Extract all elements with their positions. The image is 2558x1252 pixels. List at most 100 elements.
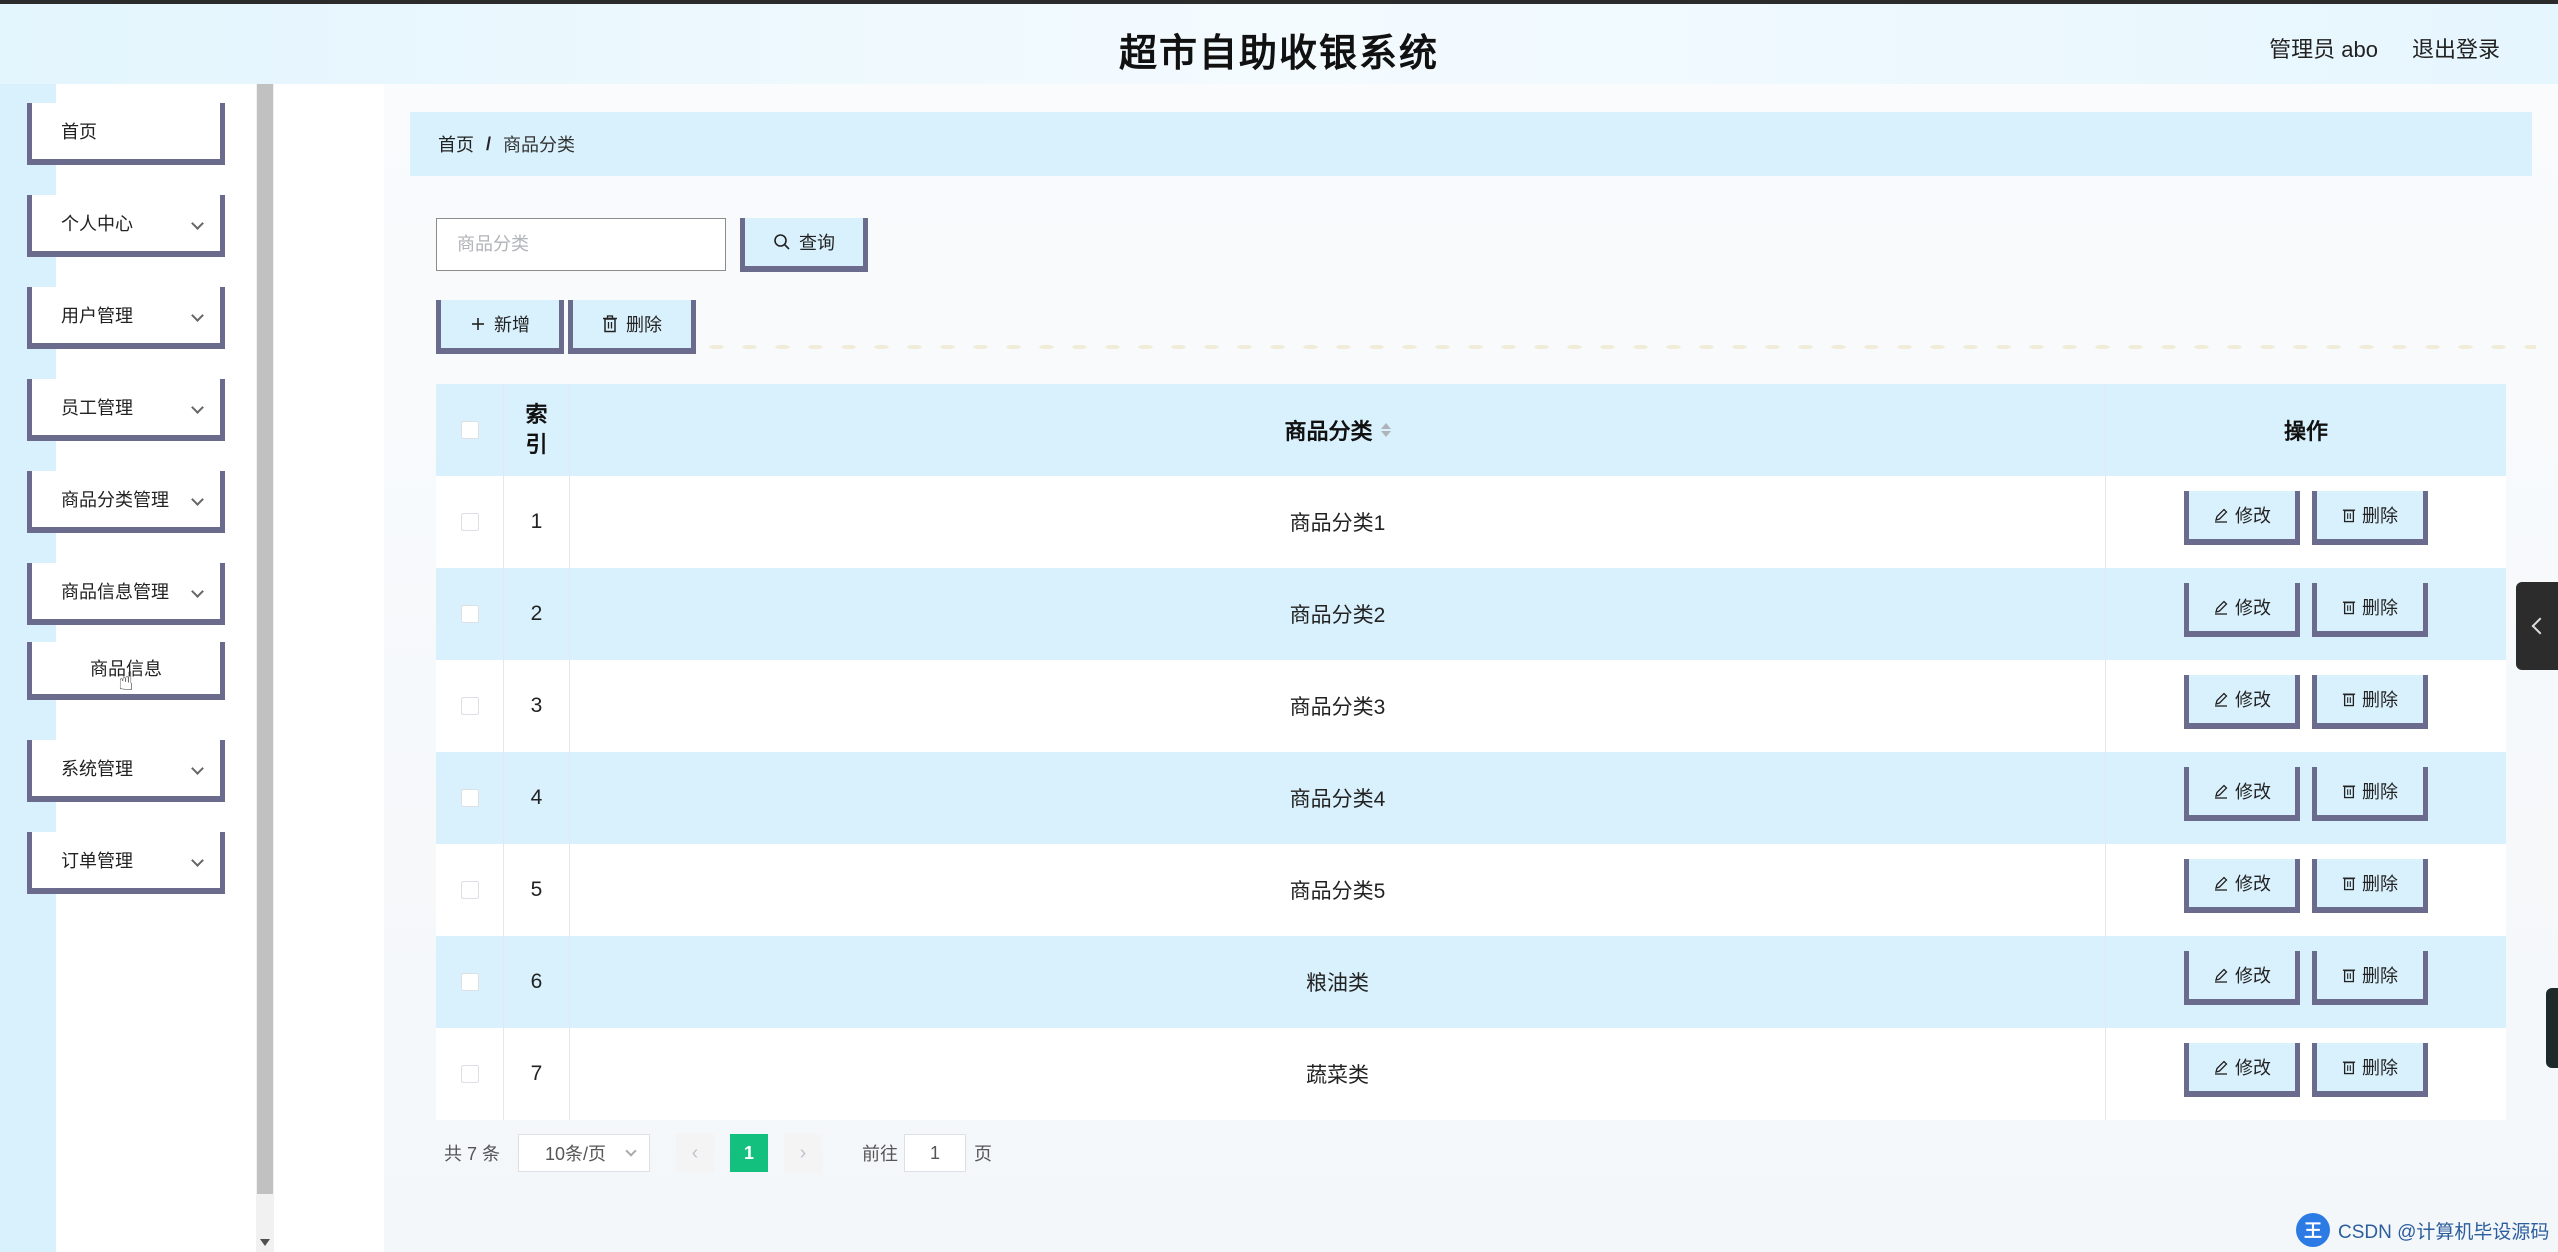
delete-button-label: 删除	[2362, 690, 2398, 710]
row-index: 6	[504, 936, 570, 1028]
pencil-icon	[2215, 968, 2228, 983]
breadcrumb-separator: /	[486, 133, 492, 154]
side-mini-widget[interactable]	[2546, 988, 2558, 1068]
edit-button[interactable]: 修改	[2184, 767, 2300, 821]
edit-button[interactable]: 修改	[2184, 1043, 2300, 1097]
chevron-down-icon	[191, 585, 204, 598]
row-ops: 修改 删除	[2106, 476, 2506, 568]
header-name-cell[interactable]: 商品分类	[570, 384, 2106, 476]
table-header: 索引 商品分类 操作	[436, 384, 2506, 476]
side-panel-toggle[interactable]	[2516, 582, 2558, 670]
sidebar-item-label: 员工管理	[61, 398, 133, 418]
table-row: 4 商品分类4 修改 删除	[436, 752, 2506, 844]
row-checkbox[interactable]	[460, 881, 479, 899]
page-number-current[interactable]: 1	[730, 1134, 769, 1172]
delete-button[interactable]: 删除	[2312, 859, 2428, 913]
sidebar-item-personal-center[interactable]: 个人中心	[27, 195, 225, 257]
sort-icon[interactable]	[1380, 423, 1391, 437]
app-title: 超市自助收银系统	[1118, 33, 1439, 75]
batch-delete-button[interactable]: 删除	[568, 300, 696, 354]
edit-button[interactable]: 修改	[2184, 859, 2300, 913]
search-button-label: 查询	[799, 233, 835, 253]
delete-button[interactable]: 删除	[2312, 491, 2428, 545]
app-header: 超市自助收银系统 管理员 abo 退出登录	[0, 4, 2558, 84]
category-table: 索引 商品分类 操作 1 商品分类1 修改 删除 2 商品分类2 修改 删除 3…	[436, 384, 2506, 1120]
watermark-text: CSDN @计算机毕设源码	[2338, 1221, 2550, 1243]
chevron-down-icon	[191, 854, 204, 867]
header-user-area: 管理员 abo 退出登录	[2269, 32, 2500, 64]
goto-suffix: 页	[974, 1144, 993, 1164]
trash-icon	[603, 315, 617, 333]
sidebar-scrollbar-thumb[interactable]	[257, 84, 273, 1194]
delete-button[interactable]: 删除	[2312, 583, 2428, 637]
row-checkbox[interactable]	[460, 513, 479, 531]
edit-button-label: 修改	[2235, 1058, 2271, 1078]
row-checkbox[interactable]	[460, 973, 479, 991]
category-search-input[interactable]	[436, 218, 726, 271]
next-page-button[interactable]: ›	[784, 1134, 823, 1172]
sidebar-item-label: 个人中心	[61, 214, 133, 234]
row-checkbox[interactable]	[460, 789, 479, 807]
select-all-checkbox[interactable]	[460, 421, 479, 439]
delete-button[interactable]: 删除	[2312, 951, 2428, 1005]
sidebar-item-staff-management[interactable]: 员工管理	[27, 379, 225, 441]
column-header-category[interactable]: 商品分类	[1284, 414, 1372, 446]
row-check-cell	[436, 1028, 504, 1120]
delete-button[interactable]: 删除	[2312, 675, 2428, 729]
row-category-name: 商品分类2	[570, 568, 2106, 660]
trash-icon	[2342, 877, 2356, 891]
search-icon	[774, 234, 790, 250]
breadcrumb-home[interactable]: 首页	[438, 131, 474, 157]
chevron-right-icon: ›	[799, 1141, 807, 1164]
logout-link[interactable]: 退出登录	[2412, 32, 2500, 64]
row-checkbox[interactable]	[460, 1065, 479, 1083]
add-button[interactable]: 新增	[436, 300, 564, 354]
chevron-left-icon: ‹	[691, 1141, 699, 1164]
sidebar-item-category-management[interactable]: 商品分类管理	[27, 471, 225, 533]
sidebar-item-label: 商品分类管理	[61, 490, 169, 510]
sidebar-item-product-management[interactable]: 商品信息管理	[27, 563, 225, 625]
delete-button[interactable]: 删除	[2312, 767, 2428, 821]
table-row: 6 粮油类 修改 删除	[436, 936, 2506, 1028]
prev-page-button[interactable]: ‹	[676, 1134, 715, 1172]
row-check-cell	[436, 936, 504, 1028]
column-header-ops: 操作	[2283, 419, 2328, 444]
row-index: 4	[504, 752, 570, 844]
row-index: 2	[504, 568, 570, 660]
delete-button[interactable]: 删除	[2312, 1043, 2428, 1097]
header-index-cell: 索引	[504, 384, 570, 476]
table-row: 7 蔬菜类 修改 删除	[436, 1028, 2506, 1120]
sidebar-item-order-management[interactable]: 订单管理	[27, 832, 225, 894]
scroll-down-arrow-icon[interactable]	[260, 1239, 270, 1246]
row-category-name: 蔬菜类	[570, 1028, 2106, 1120]
chevron-left-icon	[2531, 617, 2549, 635]
header-check-cell	[436, 384, 504, 476]
watermark-badge: 王	[2296, 1213, 2330, 1247]
edit-button[interactable]: 修改	[2184, 675, 2300, 729]
page-size-select[interactable]: 10条/页	[518, 1134, 651, 1172]
row-checkbox[interactable]	[460, 697, 479, 715]
trash-icon	[2342, 693, 2356, 707]
row-checkbox[interactable]	[460, 605, 479, 623]
decorative-dots	[700, 342, 2536, 352]
sidebar-scrollbar[interactable]	[256, 84, 274, 1252]
chevron-down-icon	[191, 217, 204, 230]
sidebar-item-system-management[interactable]: 系统管理	[27, 740, 225, 802]
sidebar-item-user-management[interactable]: 用户管理	[27, 287, 225, 349]
delete-button-label: 删除	[2362, 874, 2398, 894]
edit-button-label: 修改	[2235, 690, 2271, 710]
column-header-index: 索引	[525, 402, 548, 457]
admin-user-label[interactable]: 管理员 abo	[2269, 32, 2378, 64]
search-button[interactable]: 查询	[740, 218, 868, 272]
goto-page-input[interactable]	[904, 1134, 967, 1172]
row-ops: 修改 删除	[2106, 752, 2506, 844]
delete-button-label: 删除	[2362, 598, 2398, 618]
edit-button[interactable]: 修改	[2184, 583, 2300, 637]
edit-button[interactable]: 修改	[2184, 951, 2300, 1005]
edit-button[interactable]: 修改	[2184, 491, 2300, 545]
sidebar-item-home[interactable]: 首页	[27, 103, 225, 165]
row-category-name: 商品分类3	[570, 660, 2106, 752]
row-check-cell	[436, 568, 504, 660]
edit-button-label: 修改	[2235, 966, 2271, 986]
plus-icon	[472, 318, 484, 330]
